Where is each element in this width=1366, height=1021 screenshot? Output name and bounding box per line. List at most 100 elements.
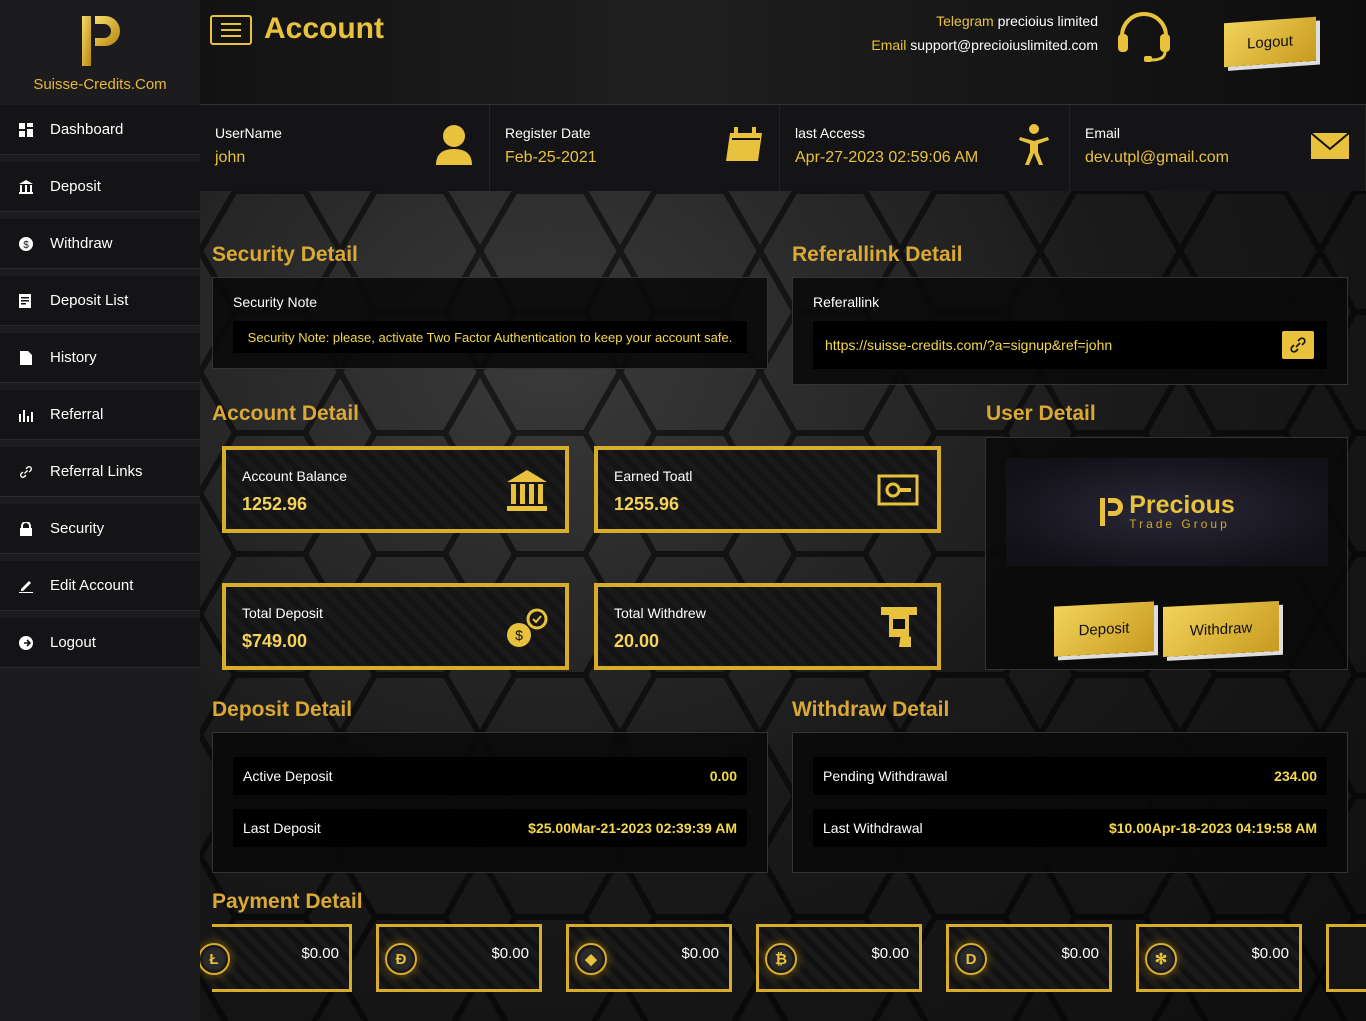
- earned-total-value: 1255.96: [614, 494, 680, 514]
- sidebar-item-deposit[interactable]: Deposit: [0, 162, 200, 212]
- pending-withdrawal-row: Pending Withdrawal 234.00: [813, 757, 1327, 795]
- precious-logo-sub: Trade Group: [1129, 517, 1230, 531]
- ripple-icon: ✻: [1145, 943, 1177, 975]
- sidebar-item-label: Deposit List: [50, 292, 129, 309]
- precious-logo-icon: [1100, 498, 1124, 526]
- dogecoin-icon: Ð: [385, 943, 417, 975]
- withdraw-detail-title: Withdraw Detail: [792, 698, 950, 721]
- brand-logo-mark: [78, 12, 122, 68]
- money-bag-icon: $: [503, 603, 551, 651]
- litecoin-icon: Ł: [200, 943, 230, 975]
- payment-amount: $0.00: [491, 945, 529, 962]
- security-panel: Security Note Security Note: please, act…: [212, 277, 768, 369]
- info-row: UserName john Register Date Feb-25-2021 …: [200, 105, 1366, 191]
- security-note-label: Security Note: [233, 294, 318, 310]
- active-deposit-value: 0.00: [709, 768, 737, 784]
- sidebar-item-label: Logout: [50, 634, 96, 651]
- last-deposit-label: Last Deposit: [243, 820, 321, 836]
- precious-logo-name: Precious: [1129, 491, 1235, 519]
- security-note: Security Note: please, activate Two Fact…: [233, 321, 747, 353]
- copy-link-button[interactable]: [1282, 331, 1314, 359]
- referral-link[interactable]: https://suisse-credits.com/?a=signup&ref…: [813, 321, 1327, 369]
- deposit-detail-title: Deposit Detail: [212, 698, 353, 721]
- bank-icon: [18, 179, 34, 195]
- brand-name: Suisse-Credits.Com: [33, 76, 167, 93]
- payment-card: ◆ $0.00: [566, 924, 732, 992]
- username-cell: UserName john: [200, 105, 490, 191]
- sidebar-item-referral-links[interactable]: Referral Links: [0, 447, 200, 497]
- user-deposit-button[interactable]: Deposit: [1054, 601, 1154, 657]
- sidebar-item-label: Withdraw: [50, 235, 113, 252]
- sidebar-item-history[interactable]: History: [0, 333, 200, 383]
- register-date-cell: Register Date Feb-25-2021: [490, 105, 780, 191]
- user-withdraw-button[interactable]: Withdraw: [1163, 600, 1279, 658]
- atm-icon: [875, 603, 923, 651]
- payment-card: ₿ $0.00: [756, 924, 922, 992]
- sidebar-item-referral[interactable]: Referral: [0, 390, 200, 440]
- hamburger-icon: [221, 23, 241, 37]
- withdraw-detail-panel: Pending Withdrawal 234.00 Last Withdrawa…: [792, 732, 1348, 873]
- payment-amount: $0.00: [681, 945, 719, 962]
- payment-card: D $0.00: [946, 924, 1112, 992]
- brand-logo[interactable]: Suisse-Credits.Com: [0, 0, 200, 105]
- sidebar-item-withdraw[interactable]: $ Withdraw: [0, 219, 200, 269]
- last-withdrawal-label: Last Withdrawal: [823, 820, 923, 836]
- logout-button[interactable]: Logout: [1224, 16, 1316, 68]
- chart-icon: [18, 407, 34, 423]
- sidebar-item-deposit-list[interactable]: Deposit List: [0, 276, 200, 326]
- list-icon: [18, 293, 34, 309]
- page-title: Account: [264, 12, 384, 45]
- payment-card: Ł $0.00: [200, 924, 352, 992]
- svg-text:$: $: [23, 240, 29, 251]
- pending-withdrawal-label: Pending Withdrawal: [823, 768, 948, 784]
- sidebar-item-logout[interactable]: Logout: [0, 618, 200, 668]
- bank-icon: [503, 466, 551, 514]
- link-icon: [1290, 337, 1306, 353]
- telegram-label: Telegram: [936, 13, 994, 29]
- sidebar-item-edit-account[interactable]: Edit Account: [0, 561, 200, 611]
- pending-withdrawal-value: 234.00: [1274, 768, 1317, 784]
- payment-amount: $0.00: [301, 945, 339, 962]
- user-detail-panel: Precious Trade Group Deposit Withdraw: [985, 437, 1348, 670]
- sidebar-item-dashboard[interactable]: Dashboard: [0, 105, 200, 155]
- last-access-cell: last Access Apr-27-2023 02:59:06 AM: [780, 105, 1070, 191]
- sidebar-item-label: Edit Account: [50, 577, 134, 594]
- sidebar-item-label: Referral Links: [50, 463, 143, 480]
- sidebar-item-label: Security: [50, 520, 105, 537]
- payment-card-partial: [1326, 924, 1366, 992]
- payment-amount: $0.00: [1061, 945, 1099, 962]
- top-bar: Account Telegram precioius limited Email…: [200, 0, 1366, 105]
- sidebar-item-label: Deposit: [50, 178, 101, 195]
- sidebar-item-label: History: [50, 349, 97, 366]
- deposit-detail-panel: Active Deposit 0.00 Last Deposit $25.00M…: [212, 732, 768, 873]
- safe-icon: [875, 466, 923, 514]
- sidebar-item-security[interactable]: Security: [0, 504, 200, 554]
- referral-panel: Referallink https://suisse-credits.com/?…: [792, 277, 1348, 385]
- calendar-icon: [724, 123, 764, 167]
- total-withdrew-label: Total Withdrew: [614, 605, 706, 621]
- link-icon: [18, 464, 34, 480]
- total-deposit-value: $749.00: [242, 631, 308, 651]
- earned-total-card: Earned Toatl 1255.96: [594, 446, 941, 533]
- dash-icon: D: [955, 943, 987, 975]
- last-deposit-row: Last Deposit $25.00Mar-21-2023 02:39:39 …: [233, 809, 747, 847]
- telegram-value[interactable]: precioius limited: [998, 13, 1098, 29]
- total-withdrew-card: Total Withdrew 20.00: [594, 583, 941, 670]
- payment-amount: $0.00: [871, 945, 909, 962]
- email-label: Email: [871, 37, 907, 53]
- file-icon: [18, 350, 34, 366]
- menu-toggle-button[interactable]: [210, 15, 252, 45]
- referral-link-label: Referallink: [813, 294, 880, 310]
- active-deposit-label: Active Deposit: [243, 768, 333, 784]
- account-balance-card: Account Balance 1252.96: [222, 446, 569, 533]
- svg-text:$: $: [515, 627, 523, 643]
- earned-total-label: Earned Toatl: [614, 468, 693, 484]
- support-email[interactable]: support@precioiuslimited.com: [910, 37, 1098, 53]
- user-icon: [434, 123, 474, 167]
- last-withdrawal-row: Last Withdrawal $10.00Apr-18-2023 04:19:…: [813, 809, 1327, 847]
- email-cell: Email dev.utpl@gmail.com: [1070, 105, 1366, 191]
- precious-logo-banner: Precious Trade Group: [1006, 458, 1328, 566]
- payment-card: ✻ $0.00: [1136, 924, 1302, 992]
- dollar-circle-icon: $: [18, 236, 34, 252]
- last-withdrawal-value: $10.00Apr-18-2023 04:19:58 AM: [1108, 820, 1317, 836]
